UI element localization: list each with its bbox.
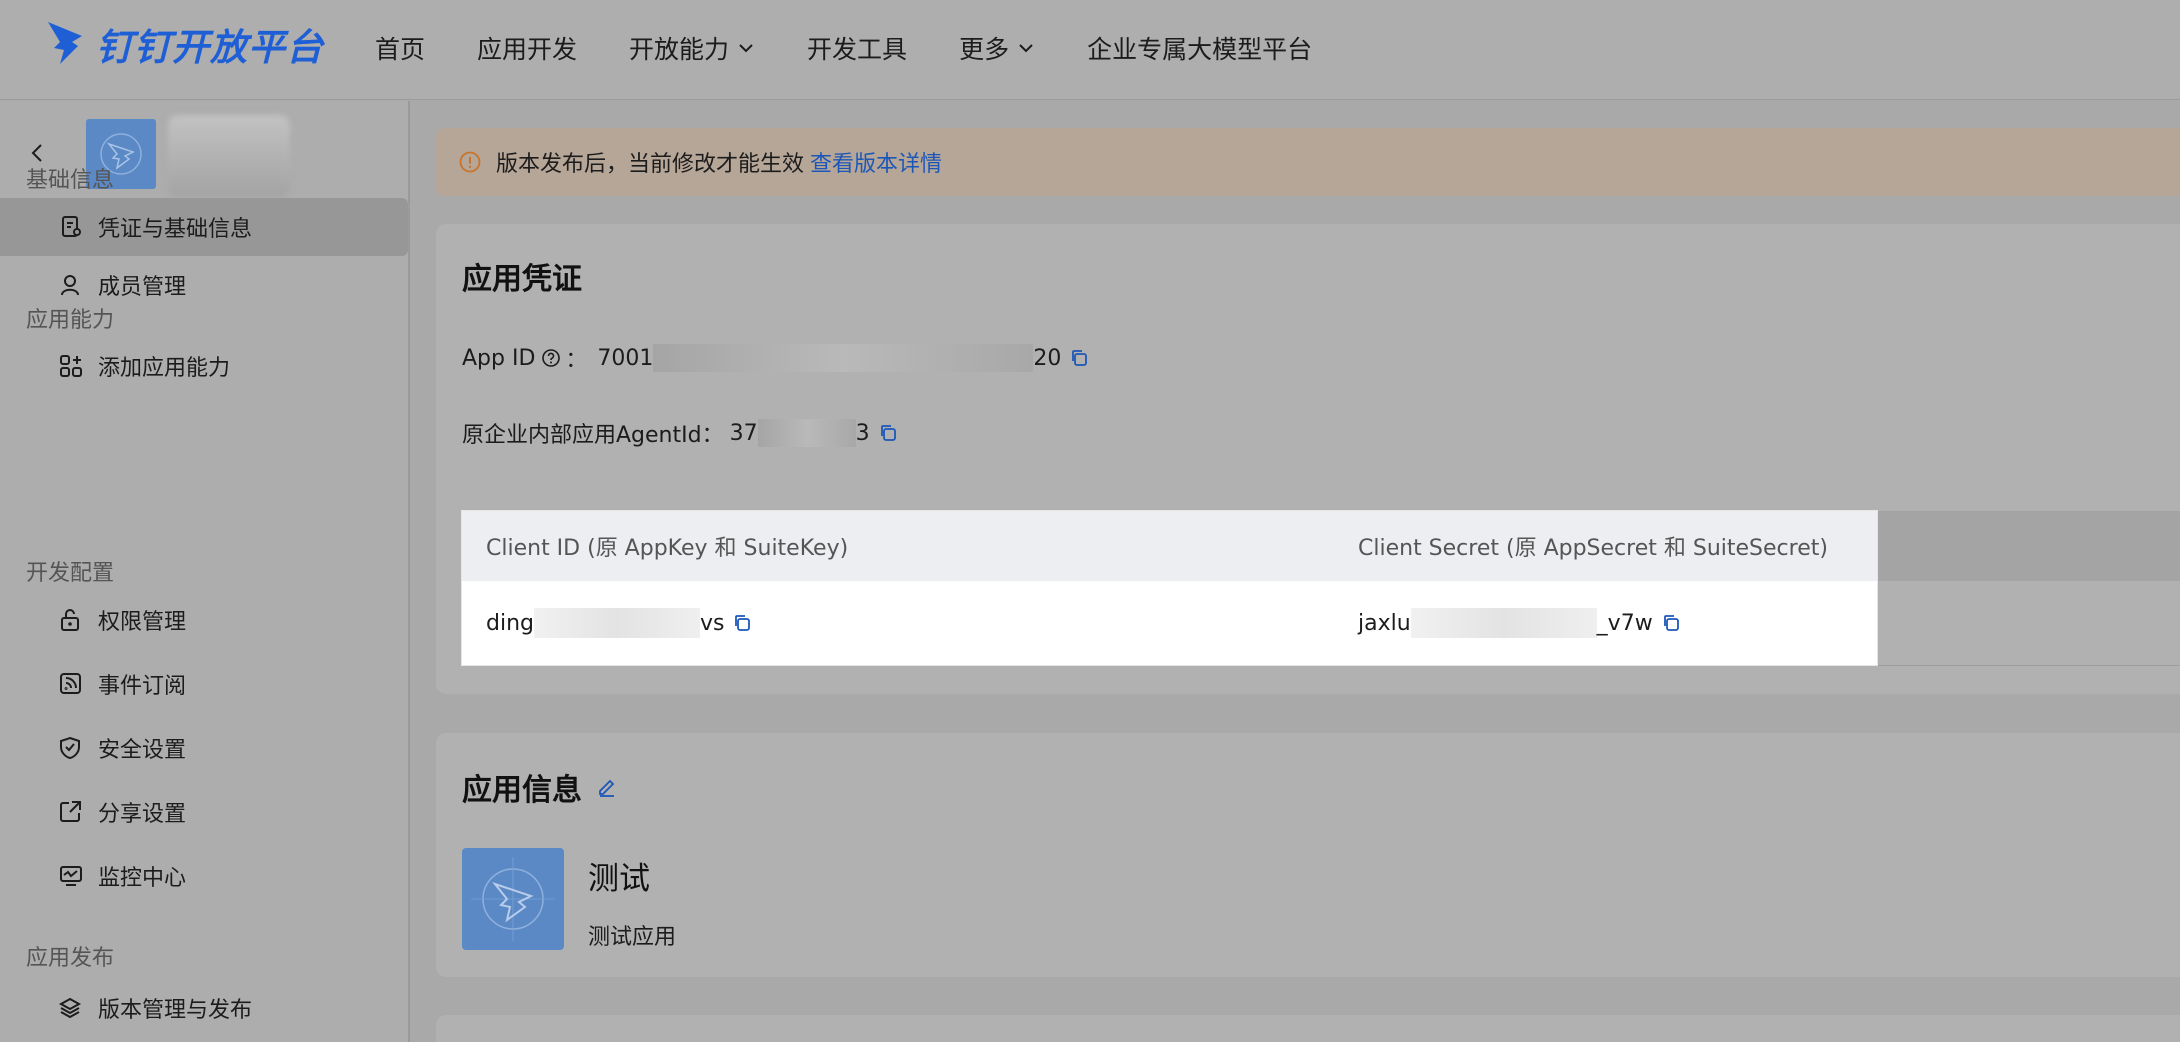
app-logo-icon (471, 857, 555, 941)
sidebar-item-label: 添加应用能力 (98, 356, 231, 381)
agent-id-value-prefix: 37 (729, 420, 758, 446)
help-circle-icon[interactable] (541, 348, 561, 368)
client-secret-prefix: jaxlu (1358, 610, 1411, 636)
sidebar-item-label: 权限管理 (98, 610, 187, 635)
app-info-card: 应用信息 测试 测试应用 (436, 733, 2180, 977)
sidebar-item-label: 安全设置 (98, 738, 187, 763)
client-secret-header: Client Secret (原 AppSecret 和 SuiteSecret… (1358, 536, 1828, 561)
client-id-redacted (534, 608, 700, 638)
next-section-card (436, 1015, 2180, 1042)
credentials-card: 应用凭证 App ID ： 7001 20 原企业内部应用AgentId： 37… (436, 224, 2180, 694)
sidebar-item-security[interactable]: 安全设置 (0, 719, 410, 777)
sidebar-item-monitor[interactable]: 监控中心 (0, 847, 410, 905)
copy-icon[interactable] (732, 613, 752, 633)
layers-icon (58, 997, 82, 1019)
nav-home[interactable]: 首页 (375, 30, 425, 66)
copy-icon[interactable] (1069, 348, 1089, 368)
sidebar-item-label: 成员管理 (98, 275, 187, 300)
sidebar: 基础信息 凭证与基础信息 成员管理 应用能力 添加应用能力 开发配置 权限管理 … (0, 101, 410, 1042)
client-secret-cell: jaxlu _v7w (1358, 608, 1681, 638)
sidebar-item-label: 监控中心 (98, 866, 187, 891)
app-icon (462, 848, 564, 950)
banner-text: 版本发布后，当前修改才能生效 (496, 152, 805, 177)
app-id-separator: ： (565, 348, 588, 373)
share-icon (60, 801, 81, 822)
copy-icon[interactable] (878, 423, 898, 443)
sidebar-item-add-capability[interactable]: 添加应用能力 (0, 337, 410, 395)
client-id-cell: ding vs (486, 608, 752, 638)
app-description: 测试应用 (588, 925, 677, 950)
app-info-header: 应用信息 (462, 765, 618, 809)
app-name: 测试 (588, 861, 650, 897)
sidebar-item-version-release[interactable]: 版本管理与发布 (0, 979, 410, 1037)
nav-llm-platform-label: 企业专属大模型平台 (1087, 35, 1313, 64)
sidebar-item-credentials[interactable]: 凭证与基础信息 (0, 198, 408, 256)
shield-icon (60, 736, 80, 760)
logo[interactable]: 钉钉开放平台 (46, 18, 324, 70)
sidebar-item-label: 版本管理与发布 (98, 998, 253, 1023)
agent-id-redacted (757, 419, 856, 447)
chevron-down-icon (1019, 44, 1033, 53)
sidebar-group-capabilities: 应用能力 (26, 308, 115, 333)
app-id-value-prefix: 7001 (597, 345, 654, 371)
agent-id-value-suffix: 3 (855, 420, 870, 446)
nav-dev-tools-label: 开发工具 (807, 35, 908, 64)
app-id-label: App ID (462, 345, 536, 371)
nav-llm-platform[interactable]: 企业专属大模型平台 (1087, 30, 1312, 66)
credential-icon (62, 216, 81, 237)
table-header: Client ID (原 AppKey 和 SuiteKey) Client S… (462, 511, 1877, 581)
main-nav: 首页 应用开发 开放能力 开发工具 更多 企业专属大模型平台 (375, 30, 1364, 66)
sidebar-group-dev-config: 开发配置 (26, 561, 115, 586)
nav-dev-tools[interactable]: 开发工具 (807, 30, 907, 66)
table-header-extension (1877, 511, 2180, 581)
nav-open-capabilities[interactable]: 开放能力 (629, 30, 755, 66)
app-id-field: App ID ： 7001 20 (462, 342, 1089, 374)
sidebar-item-label: 凭证与基础信息 (98, 217, 253, 242)
sidebar-group-basic: 基础信息 (26, 168, 115, 193)
table-row: ding vs jaxlu _v7w (462, 581, 1877, 665)
release-notice-banner: 版本发布后，当前修改才能生效 查看版本详情 (436, 128, 2180, 196)
nav-open-capabilities-label: 开放能力 (629, 35, 730, 64)
copy-icon[interactable] (1661, 613, 1681, 633)
app-info-title: 应用信息 (462, 773, 582, 808)
sidebar-item-label: 分享设置 (98, 802, 187, 827)
sidebar-item-share[interactable]: 分享设置 (0, 783, 410, 841)
logo-text: 钉钉开放平台 (96, 26, 324, 69)
sidebar-item-label: 事件订阅 (98, 674, 187, 699)
chevron-down-icon (739, 44, 753, 53)
client-id-prefix: ding (486, 610, 534, 636)
client-secret-suffix: _v7w (1596, 610, 1653, 636)
agent-id-field: 原企业内部应用AgentId： 37 3 (462, 417, 898, 449)
app-id-redacted (653, 344, 1034, 372)
nav-home-label: 首页 (375, 35, 426, 64)
nav-more-label: 更多 (959, 35, 1010, 64)
edit-pencil-icon[interactable] (596, 776, 618, 798)
client-id-header: Client ID (原 AppKey 和 SuiteKey) (486, 536, 849, 561)
client-credentials-table: Client ID (原 AppKey 和 SuiteKey) Client S… (462, 511, 1877, 665)
sidebar-group-release: 应用发布 (26, 946, 115, 971)
monitor-icon (60, 866, 82, 886)
lock-icon (61, 609, 79, 631)
sidebar-item-events[interactable]: 事件订阅 (0, 655, 410, 713)
user-icon (61, 275, 79, 296)
app-id-value-suffix: 20 (1033, 345, 1062, 371)
app-name-redacted (168, 115, 290, 197)
view-version-details-link[interactable]: 查看版本详情 (810, 146, 942, 178)
agent-id-label: 原企业内部应用AgentId： (462, 423, 724, 448)
client-id-suffix: vs (700, 610, 725, 636)
nav-more[interactable]: 更多 (959, 30, 1035, 66)
info-warning-icon (459, 151, 481, 173)
dingtalk-logo-icon (48, 22, 82, 64)
rss-icon (60, 673, 81, 694)
nav-app-dev[interactable]: 应用开发 (477, 30, 577, 66)
grid-plus-icon (60, 355, 82, 377)
table-row-divider (1877, 665, 2180, 666)
top-navigation-bar: 钉钉开放平台 首页 应用开发 开放能力 开发工具 更多 企业专属大模型平台 (0, 0, 2180, 100)
credentials-title: 应用凭证 (462, 262, 582, 297)
client-secret-redacted (1410, 608, 1597, 638)
nav-app-dev-label: 应用开发 (477, 35, 578, 64)
sidebar-item-permissions[interactable]: 权限管理 (0, 591, 410, 649)
